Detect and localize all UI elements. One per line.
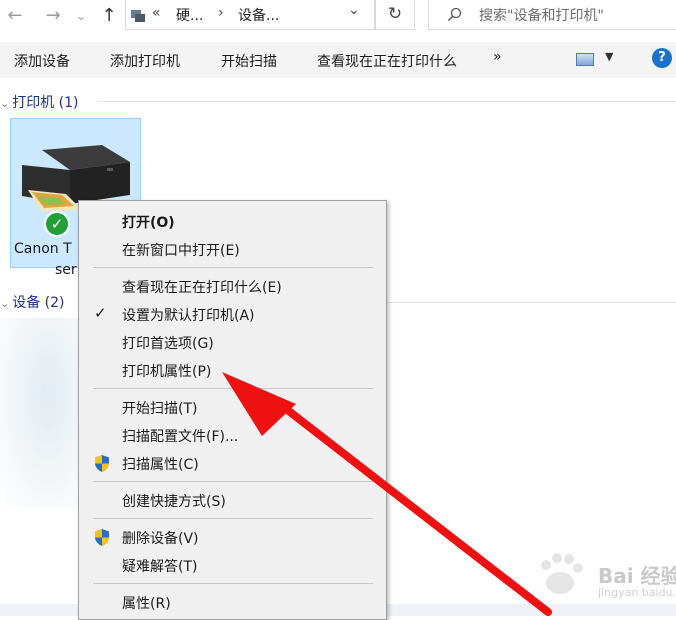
address-bar[interactable]: « 硬... › 设备... ⌄ — [125, 0, 375, 30]
menu-separator — [93, 267, 373, 268]
command-bar: 添加设备 添加打印机 开始扫描 查看现在正在打印什么 » ▼ — [0, 42, 676, 78]
address-dropdown-chevron-icon[interactable]: ⌄ — [348, 2, 360, 18]
add-device-button[interactable]: 添加设备 — [14, 51, 70, 71]
menu-item-properties[interactable]: 属性(R) — [79, 589, 386, 615]
breadcrumb-separator[interactable]: › — [218, 5, 224, 21]
menu-item-scan-profiles[interactable]: 扫描配置文件(F)... — [79, 422, 386, 448]
printer-name: Canon T — [14, 241, 72, 257]
blurred-device-icons — [0, 318, 80, 508]
see-whats-printing-button[interactable]: 查看现在正在打印什么 — [317, 51, 457, 71]
menu-item-remove-device[interactable]: 删除设备(V) — [79, 524, 386, 550]
forward-arrow-icon[interactable]: → — [40, 4, 66, 28]
more-commands-button[interactable]: » — [493, 49, 502, 65]
breadcrumb-overflow[interactable]: « — [152, 5, 161, 21]
refresh-icon[interactable]: ↻ — [375, 0, 415, 30]
menu-item-set-default-printer[interactable]: ✓ 设置为默认打印机(A) — [79, 301, 386, 327]
recent-locations-chevron-icon[interactable]: ⌄ — [68, 4, 94, 28]
help-icon[interactable]: ? — [652, 48, 672, 68]
collapse-chevron-icon: ⌄ — [0, 97, 10, 110]
menu-item-troubleshoot[interactable]: 疑难解答(T) — [79, 552, 386, 578]
back-arrow-icon[interactable]: ← — [2, 4, 28, 28]
watermark-text: Bai 经验 — [598, 564, 676, 588]
menu-item-printer-properties[interactable]: 打印机属性(P) — [79, 357, 386, 383]
menu-item-start-scan[interactable]: 开始扫描(T) — [79, 394, 386, 420]
group-divider — [97, 101, 676, 102]
printers-group-header[interactable]: ⌄ 打印机 (1) — [0, 92, 79, 112]
breadcrumb-hardware[interactable]: 硬... — [176, 5, 203, 25]
menu-item-printing-preferences[interactable]: 打印首选项(G) — [79, 329, 386, 355]
default-printer-check-icon: ✓ — [44, 211, 70, 237]
add-printer-button[interactable]: 添加打印机 — [110, 51, 180, 71]
start-scan-button[interactable]: 开始扫描 — [221, 51, 277, 71]
menu-item-scan-properties[interactable]: 扫描属性(C) — [79, 450, 386, 476]
watermark-url: jingyan.baidu.com — [598, 586, 676, 599]
devices-group-header[interactable]: ⌄ 设备 (2) — [0, 292, 65, 312]
control-panel-icon — [131, 10, 145, 22]
up-arrow-icon[interactable]: ↑ — [96, 4, 122, 28]
collapse-chevron-icon: ⌄ — [0, 297, 10, 310]
view-dropdown-arrow-icon[interactable]: ▼ — [605, 50, 613, 63]
search-placeholder: 搜索"设备和打印机" — [479, 8, 604, 24]
uac-shield-icon — [95, 455, 109, 472]
search-icon — [447, 7, 462, 22]
menu-separator — [93, 583, 373, 584]
context-menu: 打开(O) 在新窗口中打开(E) 查看现在正在打印什么(E) ✓ 设置为默认打印… — [78, 200, 387, 620]
search-input[interactable]: 搜索"设备和打印机" — [428, 0, 676, 30]
uac-shield-icon — [95, 529, 109, 546]
menu-item-create-shortcut[interactable]: 创建快捷方式(S) — [79, 487, 386, 513]
breadcrumb-devices[interactable]: 设备... — [238, 5, 279, 25]
navigation-bar: ← → ⌄ ↑ « 硬... › 设备... ⌄ ↻ 搜索"设备和打印机" — [0, 0, 676, 34]
menu-separator — [93, 388, 373, 389]
printer-name-line2: seri — [55, 262, 81, 278]
menu-separator — [93, 481, 373, 482]
checkmark-icon: ✓ — [94, 304, 107, 322]
menu-item-open[interactable]: 打开(O) — [79, 208, 386, 234]
change-view-icon[interactable] — [576, 53, 594, 66]
group-divider — [387, 302, 676, 303]
menu-item-open-new-window[interactable]: 在新窗口中打开(E) — [79, 236, 386, 262]
menu-separator — [93, 518, 373, 519]
menu-item-see-whats-printing[interactable]: 查看现在正在打印什么(E) — [79, 273, 386, 299]
